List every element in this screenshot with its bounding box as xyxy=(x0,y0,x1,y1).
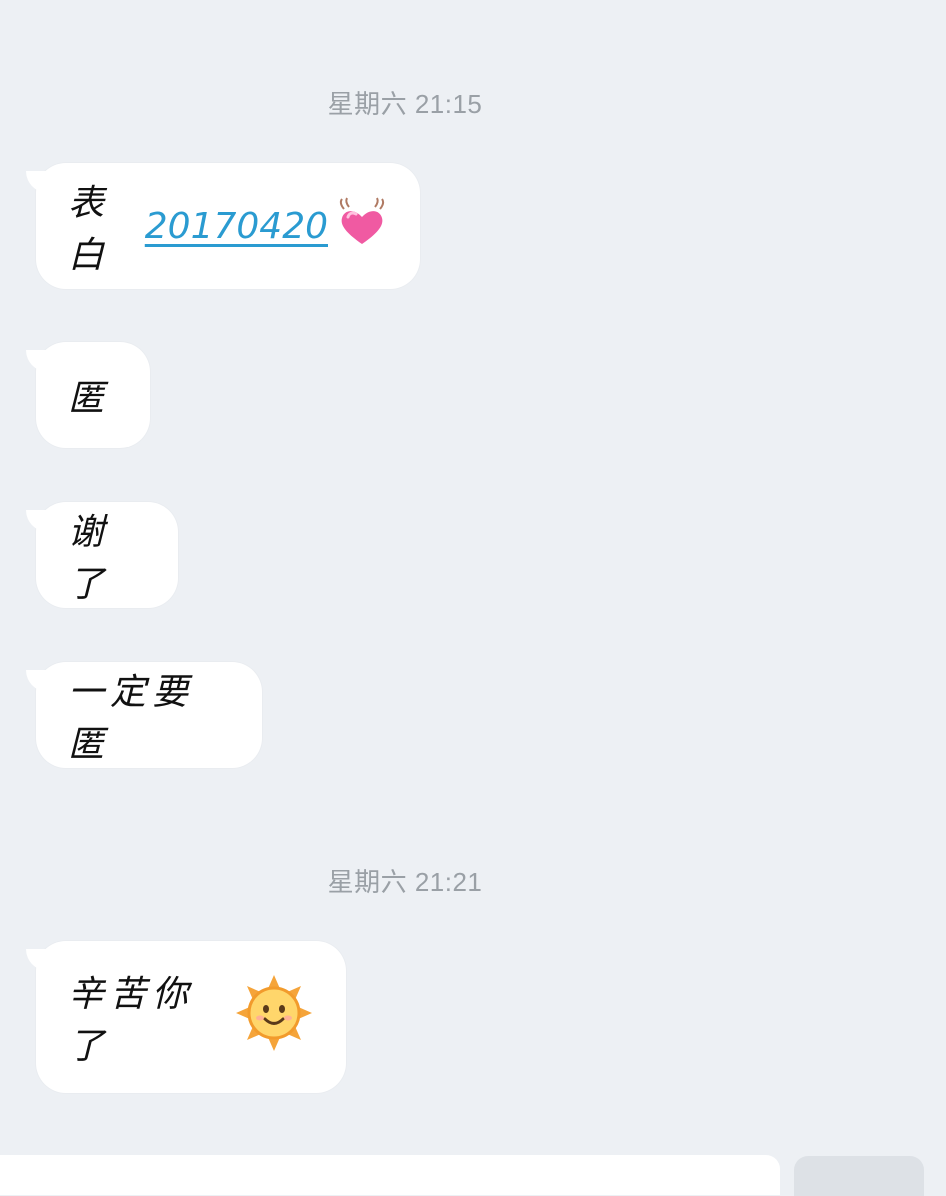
message-text: 辛苦你了 xyxy=(68,974,195,1067)
message-link[interactable]: 20170420 xyxy=(145,206,328,247)
bubble-tail xyxy=(26,670,54,692)
bubble-tail xyxy=(26,949,54,971)
bubble-tail xyxy=(26,171,54,193)
message-input[interactable] xyxy=(0,1155,780,1195)
message-text: 表白 xyxy=(68,183,111,276)
heart-icon xyxy=(336,197,388,256)
timestamp: 星期六 21:15 xyxy=(327,89,483,119)
message-bubble[interactable]: 辛苦你了 xyxy=(26,941,346,1093)
sun-icon xyxy=(234,973,314,1062)
send-button[interactable] xyxy=(794,1156,924,1196)
bubble-tail xyxy=(26,510,54,532)
bubble-tail xyxy=(26,350,54,372)
message-text: 一定要匿 xyxy=(68,672,195,765)
chat-area: 星期六 21:15 表白 20170420 匿 谢了 一定要匿 星期六 21:2… xyxy=(0,0,946,1150)
message-bubble[interactable]: 匿 xyxy=(26,342,150,448)
timestamp: 星期六 21:21 xyxy=(327,867,483,897)
message-text: 匿 xyxy=(68,378,111,419)
message-bubble[interactable]: 表白 20170420 xyxy=(26,163,420,289)
message-bubble[interactable]: 谢了 xyxy=(26,502,178,608)
message-bubble[interactable]: 一定要匿 xyxy=(26,662,262,768)
message-text: 谢了 xyxy=(68,512,111,605)
